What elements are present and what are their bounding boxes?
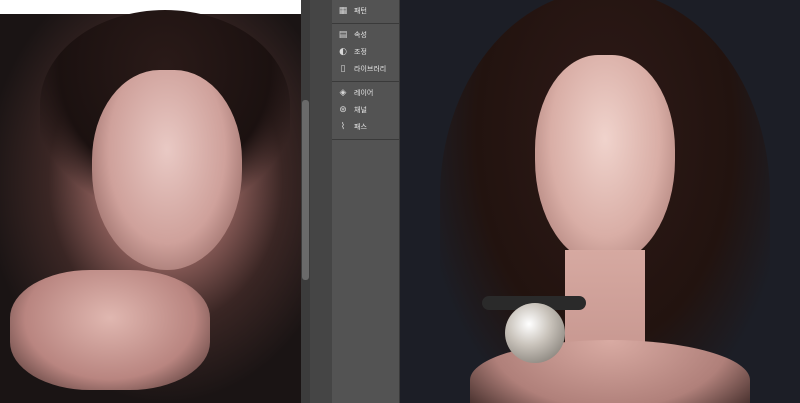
channels-icon: ⊛ bbox=[339, 104, 347, 115]
properties-icon: ▤ bbox=[338, 29, 348, 40]
panel-item-label: 라이브러리 bbox=[354, 64, 387, 73]
portrait-face bbox=[535, 55, 675, 265]
portrait-bell bbox=[505, 303, 565, 363]
panel-item-label: 속성 bbox=[354, 30, 367, 39]
panel-item-label: 레이어 bbox=[354, 88, 374, 97]
portrait-face bbox=[92, 70, 242, 270]
panel-item-label: 패스 bbox=[354, 122, 367, 131]
panel-item-properties[interactable]: ▤ 속성 bbox=[332, 26, 399, 43]
library-icon: ▯ bbox=[340, 63, 346, 74]
panel-item-label: 채널 bbox=[354, 105, 367, 114]
right-document-canvas[interactable] bbox=[400, 0, 800, 403]
panel-group-patterns: ▦ 패턴 bbox=[332, 0, 399, 24]
panel-item-patterns[interactable]: ▦ 패턴 bbox=[332, 2, 399, 19]
grid-icon: ▦ bbox=[338, 5, 348, 16]
panel-group-properties: ▤ 속성 ◐ 조정 ▯ 라이브러리 bbox=[332, 24, 399, 82]
panel-group-layers: ◈ 레이어 ⊛ 채널 ⌇ 패스 bbox=[332, 82, 399, 140]
panel-item-paths[interactable]: ⌇ 패스 bbox=[332, 118, 399, 135]
scrollbar-thumb[interactable] bbox=[302, 100, 309, 280]
layers-icon: ◈ bbox=[339, 87, 347, 98]
left-canvas-scrollbar[interactable] bbox=[301, 0, 310, 403]
paths-icon: ⌇ bbox=[340, 121, 346, 132]
collapsed-panels: ▦ 패턴 ▤ 속성 ◐ 조정 ▯ 라이브러리 ◈ 레이어 ⊛ 채널 ⌇ 패스 bbox=[332, 0, 400, 403]
panel-item-layers[interactable]: ◈ 레이어 bbox=[332, 84, 399, 101]
panel-item-label: 패턴 bbox=[354, 6, 367, 15]
panel-item-libraries[interactable]: ▯ 라이브러리 bbox=[332, 60, 399, 77]
left-document-canvas[interactable] bbox=[0, 0, 301, 403]
panel-item-adjustments[interactable]: ◐ 조정 bbox=[332, 43, 399, 60]
panel-item-label: 조정 bbox=[354, 47, 367, 56]
panel-dock-strip bbox=[310, 0, 332, 403]
adjustments-icon: ◐ bbox=[339, 46, 347, 57]
panel-item-channels[interactable]: ⊛ 채널 bbox=[332, 101, 399, 118]
portrait-hand bbox=[10, 270, 210, 390]
